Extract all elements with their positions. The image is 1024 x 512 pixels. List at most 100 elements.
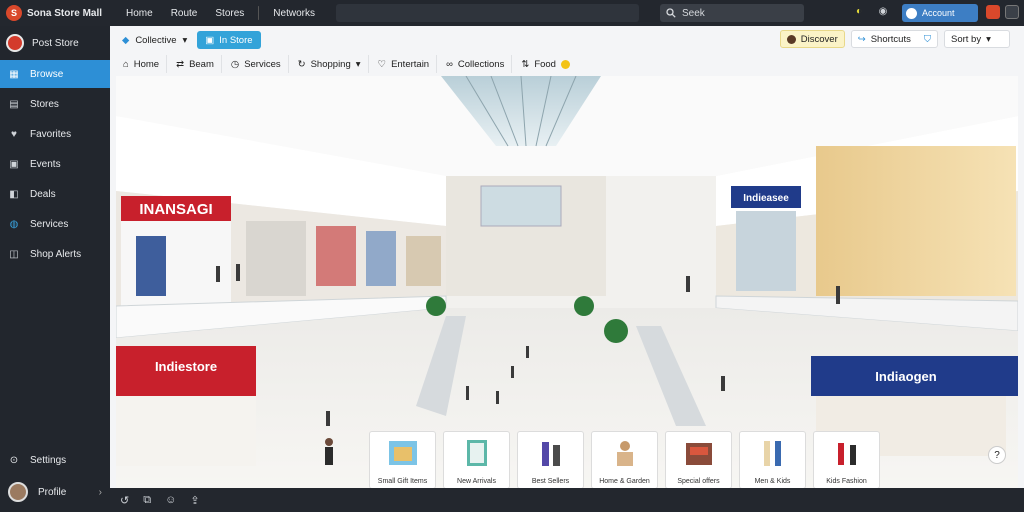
share-icon[interactable]: ⇪: [190, 494, 199, 507]
thumbnail-caption: Kids Fashion: [826, 478, 867, 485]
filter-beam[interactable]: ⇄ Beam: [169, 55, 222, 73]
record-icon[interactable]: [986, 5, 1000, 19]
sidebar-footer: ⊙ Settings Profile ›: [0, 446, 110, 510]
thumbnail-card[interactable]: Men & Kids: [739, 431, 806, 488]
in-store-button[interactable]: ▣ In Store: [197, 31, 261, 49]
lower-left-store: [116, 396, 256, 466]
copy-icon[interactable]: ⧉: [143, 494, 151, 507]
filter-food[interactable]: ⇅ Food: [514, 55, 577, 73]
discover-label: Discover: [800, 33, 838, 45]
thumbnail-caption: Home & Garden: [599, 478, 650, 485]
smile-icon[interactable]: ☺: [165, 494, 176, 506]
thumbnail-card[interactable]: Special offers: [665, 431, 732, 488]
refresh-icon[interactable]: ↺: [120, 494, 129, 507]
topnav-networks[interactable]: Networks: [269, 5, 319, 22]
sidebar-profile[interactable]: Profile ›: [0, 478, 110, 506]
main-content: ◆ Collective ▾ ▣ In Store Discover ↪ Sho…: [110, 26, 1024, 488]
help-icon[interactable]: ?: [988, 446, 1006, 464]
thumbnail-card[interactable]: Small Gift Items: [369, 431, 436, 488]
map-icon: ▦: [9, 68, 19, 80]
sidebar-item-browse[interactable]: ▦ Browse: [0, 60, 110, 88]
store-sign-lower-right: Indiaogen: [875, 369, 936, 384]
shuffle-icon: ⇄: [176, 58, 185, 70]
refresh-icon: ↻: [297, 58, 306, 70]
clothing-icon: [541, 442, 560, 466]
apparel-icon: [763, 441, 781, 466]
toolbar-right: Discover ↪ Shortcuts ⛉ Sort by ▾: [779, 30, 1010, 48]
heart-outline-icon: ♡: [377, 58, 387, 70]
sidebar-item-deals[interactable]: ◧ Deals: [0, 180, 110, 208]
sidebar-item-label: Favorites: [30, 128, 72, 140]
filter-services[interactable]: ◷ Services: [224, 55, 289, 73]
sort-select[interactable]: Sort by ▾: [944, 30, 1010, 48]
sidebar-settings-label: Settings: [30, 454, 67, 466]
gift-icon: [388, 441, 417, 465]
sidebar-item-services[interactable]: ◍ Services: [0, 210, 110, 238]
store-front-right: [736, 211, 796, 291]
bottom-bar: ↺ ⧉ ☺ ⇪: [110, 488, 1024, 512]
thumbnail-caption: Men & Kids: [754, 478, 791, 485]
topnav-route[interactable]: Route: [167, 5, 202, 22]
filter-collections[interactable]: ∞ Collections: [439, 55, 513, 73]
in-store-label: In Store: [219, 34, 253, 46]
account-button[interactable]: Account: [902, 4, 978, 22]
sidebar-settings[interactable]: ⊙ Settings: [0, 446, 110, 474]
discover-button[interactable]: Discover: [779, 30, 845, 48]
store-front-4: [366, 231, 396, 286]
filter-label: Beam: [189, 58, 214, 70]
sort-value: Sort by: [951, 33, 982, 45]
sidebar: Post Store ▦ Browse ▤ Stores ♥ Favorites…: [0, 26, 110, 512]
gear-icon: ⊙: [9, 454, 19, 466]
store-front-5: [406, 236, 441, 286]
sidebar-item-stores[interactable]: ▤ Stores: [0, 90, 110, 118]
search-icon: [666, 8, 676, 18]
search-input[interactable]: Seek: [660, 4, 804, 22]
pottery-icon: [616, 441, 633, 466]
mall-scene: INANSAGI Indieasee Indiestore Indiaogen: [116, 76, 1018, 488]
address-bar[interactable]: [336, 4, 639, 22]
topnav-stores[interactable]: Stores: [211, 5, 248, 22]
chevron-down-icon: ▾: [182, 34, 188, 46]
filter-label: Shopping: [310, 58, 351, 70]
sidebar-item-events[interactable]: ▣ Events: [0, 150, 110, 178]
clock-icon: ◷: [230, 58, 240, 70]
notification-icon[interactable]: ◐: [852, 4, 866, 18]
chevron-down-icon: ▾: [355, 58, 361, 70]
sidebar-item-favorites[interactable]: ♥ Favorites: [0, 120, 110, 148]
display-case: [136, 236, 166, 296]
collective-dropdown[interactable]: ◆ Collective ▾: [116, 31, 193, 49]
bell-icon: ◫: [9, 248, 19, 260]
filter-label: Food: [534, 58, 556, 70]
sidebar-item-label: Services: [30, 218, 69, 230]
shortcuts-button[interactable]: ↪ Shortcuts ⛉: [850, 30, 938, 48]
topnav-divider: [258, 6, 260, 20]
sidebar-item-label: Stores: [30, 98, 59, 110]
sidebar-item-label: Browse: [30, 68, 64, 80]
topnav-home[interactable]: Home: [122, 5, 157, 22]
thumbnail-card[interactable]: Home & Garden: [591, 431, 658, 488]
globe-icon[interactable]: ◉: [876, 4, 890, 18]
filter-toolbar: ⌂ Home ⇄ Beam ◷ Services ↻ Shopping ▾ ♡ Entert…: [116, 54, 1016, 74]
window-icon[interactable]: [1005, 5, 1019, 19]
filter-entertain[interactable]: ♡ Entertain: [371, 55, 438, 73]
thumbnail-caption: Small Gift Items: [377, 478, 428, 485]
thumbnail-card[interactable]: Kids Fashion: [813, 431, 880, 488]
primary-toolbar: ◆ Collective ▾ ▣ In Store Discover ↪ Sho…: [116, 30, 1016, 50]
app-brand[interactable]: S Sona Store Mall: [0, 5, 112, 21]
thumbnail-card[interactable]: Best Sellers: [517, 431, 584, 488]
app-root: S Sona Store Mall Home Route Stores Netw…: [0, 0, 1024, 512]
thumbnail-card[interactable]: New Arrivals: [443, 431, 510, 488]
sidebar-item-label: Deals: [30, 188, 56, 200]
sidebar-item-alerts[interactable]: ◫ Shop Alerts: [0, 240, 110, 268]
thumbnail-caption: Best Sellers: [531, 478, 570, 485]
top-bar: S Sona Store Mall Home Route Stores Netw…: [0, 0, 1024, 26]
shield-icon: ⛉: [923, 33, 931, 45]
filter-shopping[interactable]: ↻ Shopping ▾: [291, 55, 369, 73]
sidebar-user[interactable]: Post Store: [0, 26, 110, 60]
thumbnail-strip: Small Gift Items New Arrivals Best Selle…: [295, 431, 880, 488]
chevron-down-icon: ▾: [986, 33, 991, 45]
filter-home[interactable]: ⌂ Home: [116, 55, 168, 73]
thumbnail-person: [295, 431, 362, 488]
globe-icon: ◍: [9, 218, 19, 230]
profile-avatar: [8, 482, 28, 502]
